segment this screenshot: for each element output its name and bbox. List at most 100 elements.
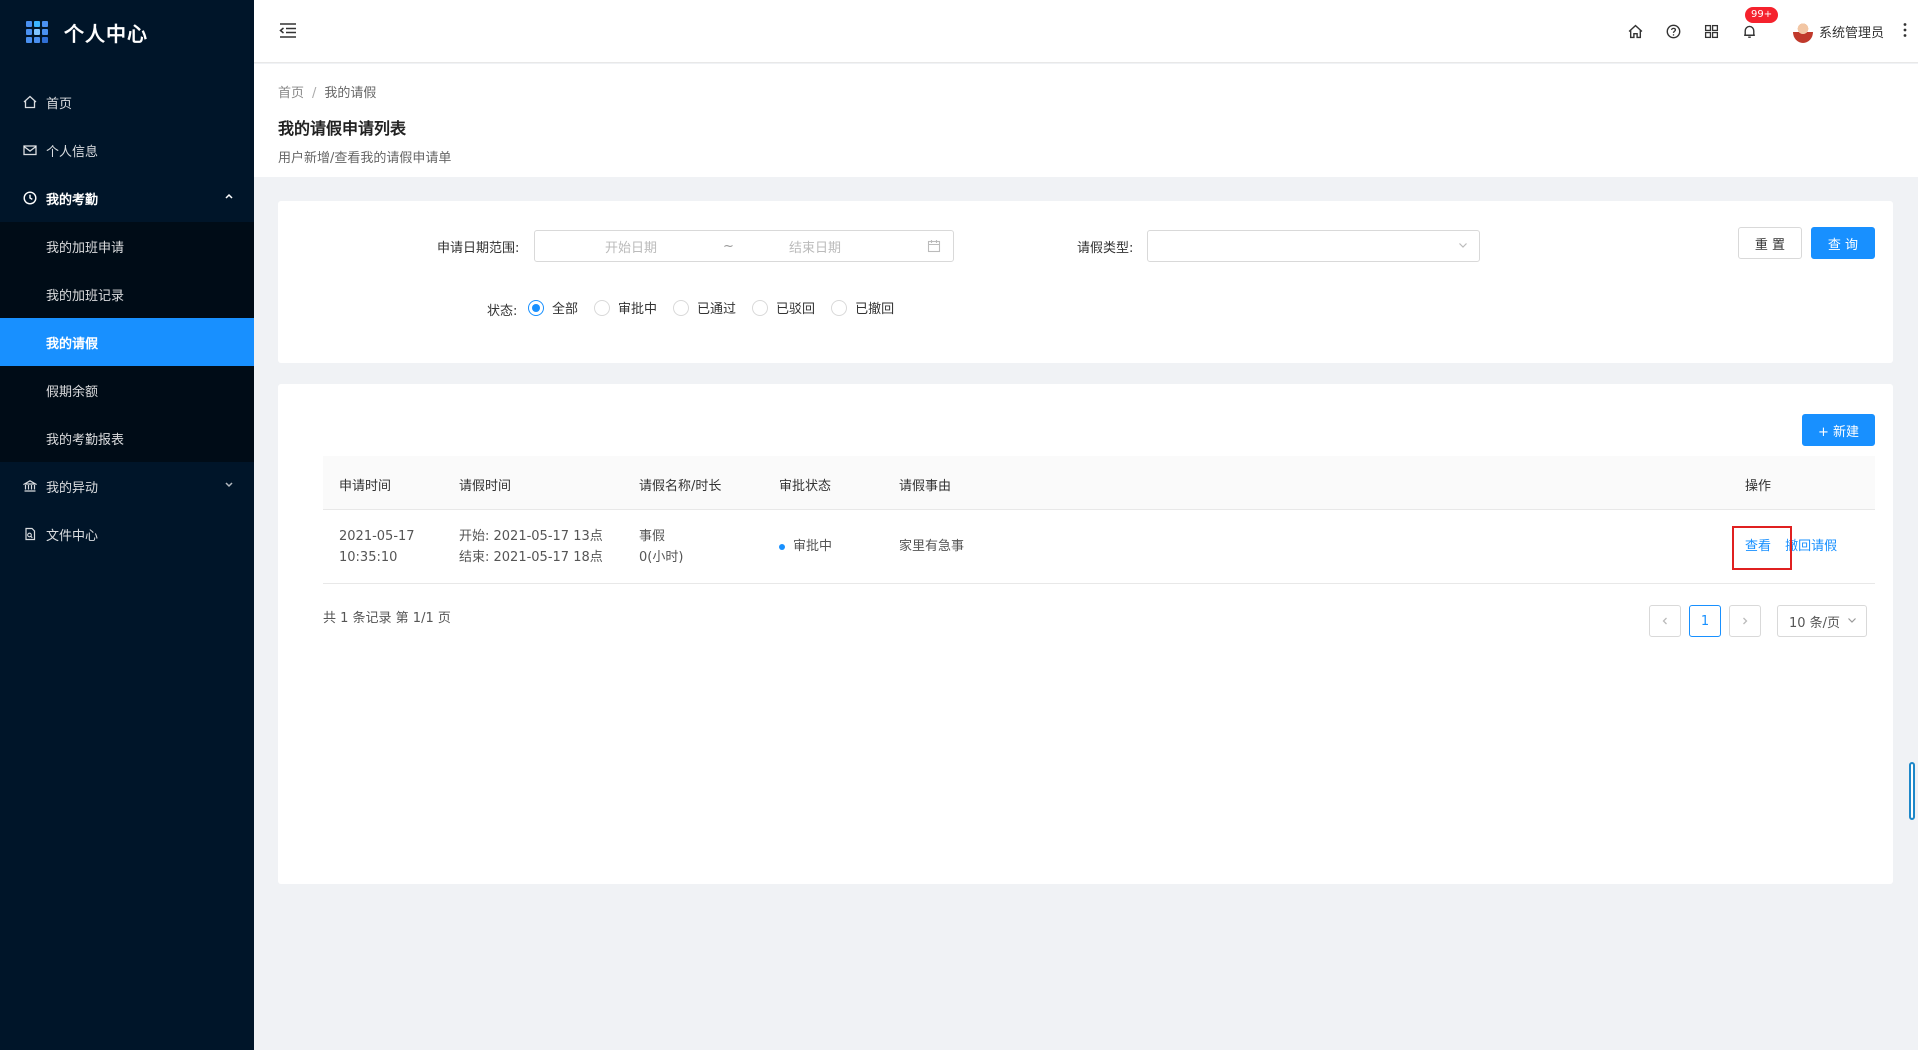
sidebar-item-overtime-record[interactable]: 我的加班记录	[0, 270, 254, 318]
menu-fold-icon[interactable]	[278, 20, 300, 42]
chevron-down-icon	[224, 480, 234, 493]
chevron-right-icon	[1743, 617, 1748, 625]
attendance-submenu: 我的加班申请 我的加班记录 我的请假 假期余额 我的考勤报表	[0, 222, 254, 462]
date-range-label: 申请日期范围:	[437, 241, 520, 256]
sidebar-item-label: 我的异动	[46, 480, 99, 496]
bell-icon[interactable]: 99+	[1739, 6, 1779, 43]
breadcrumb: 首页 / 我的请假	[278, 82, 1894, 101]
cell-status: 审批中	[779, 536, 832, 557]
apply-date: 2021-05-17	[339, 529, 415, 544]
sidebar-item-overtime-apply[interactable]: 我的加班申请	[0, 222, 254, 270]
user-menu[interactable]: 系统管理员	[1792, 20, 1884, 43]
leave-type-select[interactable]	[1147, 230, 1480, 262]
sidebar-item-home[interactable]: 首页	[0, 78, 254, 126]
status-radio-rejected[interactable]: 已驳回	[752, 298, 815, 317]
cell-reason: 家里有急事	[899, 539, 965, 554]
user-name: 系统管理员	[1818, 26, 1884, 41]
avatar	[1792, 20, 1813, 43]
sidebar-item-leave-balance[interactable]: 假期余额	[0, 366, 254, 414]
status-radio-pending[interactable]: 审批中	[594, 298, 657, 317]
sidebar-item-attendance[interactable]: 我的考勤	[0, 174, 254, 222]
app-title: 个人中心	[64, 21, 148, 46]
status-radio-approved[interactable]: 已通过	[673, 298, 736, 317]
status-radio-all[interactable]: 全部	[528, 298, 578, 317]
col-leave-name: 请假名称/时长	[639, 479, 722, 494]
page-description: 用户新增/查看我的请假申请单	[278, 151, 452, 166]
more-vertical-icon[interactable]	[1898, 22, 1912, 42]
sidebar-item-transfer[interactable]: 我的异动	[0, 462, 254, 510]
radio-label: 已通过	[697, 302, 737, 317]
table-card: + 新建 申请时间 请假时间 请假名称/时长 审批状态 请假事由 操作 2021…	[278, 384, 1893, 884]
query-button[interactable]: 查 询	[1811, 227, 1875, 259]
col-leave-time: 请假时间	[459, 479, 512, 494]
status-label: 状态:	[487, 304, 518, 319]
leave-type-label: 请假类型:	[1077, 241, 1134, 256]
top-header: 99+ 系统管理员	[254, 0, 1918, 63]
leave-end: 结束: 2021-05-17 18点	[459, 550, 603, 565]
radio-label: 审批中	[618, 302, 658, 317]
leave-start: 开始: 2021-05-17 13点	[459, 529, 603, 544]
sidebar-item-profile[interactable]: 个人信息	[0, 126, 254, 174]
radio-circle	[831, 299, 848, 316]
radio-label: 已撤回	[855, 302, 895, 317]
date-range-picker[interactable]: 开始日期 ~ 结束日期	[534, 230, 954, 262]
page-number-button[interactable]: 1	[1689, 605, 1721, 637]
page-header: 首页 / 我的请假 我的请假申请列表 用户新增/查看我的请假申请单	[254, 64, 1918, 177]
radio-circle	[594, 299, 611, 316]
sidebar-item-label: 我的考勤	[46, 192, 99, 208]
chevron-left-icon	[1662, 617, 1667, 625]
breadcrumb-home[interactable]: 首页	[278, 86, 304, 101]
home-icon[interactable]	[1625, 21, 1647, 43]
table-row: 2021-05-17 10:35:10 开始: 2021-05-17 13点 结…	[323, 510, 1875, 584]
apply-clock: 10:35:10	[339, 550, 398, 565]
chevron-down-icon	[1846, 614, 1858, 630]
page-size-value: 10 条/页	[1789, 615, 1841, 631]
page-title: 我的请假申请列表	[278, 119, 407, 138]
reset-button[interactable]: 重 置	[1738, 227, 1802, 259]
radio-circle	[673, 299, 690, 316]
logo: 个人中心	[0, 0, 254, 64]
header-actions: 99+ 系统管理员	[1625, 0, 1918, 63]
breadcrumb-current: 我的请假	[324, 86, 377, 101]
prev-page-button[interactable]	[1649, 605, 1681, 637]
status-radio-withdrawn[interactable]: 已撤回	[831, 298, 894, 317]
new-leave-button[interactable]: + 新建	[1802, 414, 1875, 446]
radio-circle	[752, 299, 769, 316]
withdraw-leave-link[interactable]: 撤回请假	[1785, 539, 1837, 554]
sidebar-item-my-leave[interactable]: 我的请假	[0, 318, 254, 366]
table-header: 申请时间 请假时间 请假名称/时长 审批状态 请假事由 操作	[323, 456, 1875, 510]
app-grid-icon	[26, 21, 48, 43]
range-separator: ~	[723, 238, 734, 254]
status-text: 审批中	[793, 539, 833, 554]
apps-icon[interactable]	[1701, 21, 1723, 43]
start-date-input[interactable]: 开始日期	[605, 237, 657, 256]
end-date-input[interactable]: 结束日期	[789, 237, 841, 256]
clock-icon	[22, 190, 38, 206]
filter-card: 申请日期范围: 开始日期 ~ 结束日期 请假类型: 重 置 查 询 状态: 全部…	[278, 201, 1893, 363]
col-apply-time: 申请时间	[339, 479, 392, 494]
mail-icon	[22, 142, 38, 158]
sidebar-item-attendance-report[interactable]: 我的考勤报表	[0, 414, 254, 462]
status-radio-group: 全部 审批中 已通过 已驳回 已撤回	[528, 298, 910, 317]
leave-name: 事假	[639, 529, 666, 544]
cell-leave-time: 开始: 2021-05-17 13点 结束: 2021-05-17 18点	[459, 526, 603, 568]
cell-apply-time: 2021-05-17 10:35:10	[339, 526, 415, 568]
next-page-button[interactable]	[1729, 605, 1761, 637]
sidebar-item-label: 文件中心	[46, 528, 99, 544]
notification-badge: 99+	[1744, 6, 1779, 23]
radio-label: 全部	[552, 302, 579, 317]
radio-label: 已驳回	[776, 302, 816, 317]
sidebar: 个人中心 首页 个人信息 我的考勤 我的加班申请 我的加班记录 我的请假 假期余…	[0, 0, 254, 1050]
breadcrumb-separator: /	[312, 86, 317, 101]
sidebar-item-label: 个人信息	[46, 144, 99, 160]
home-icon	[22, 94, 38, 110]
cell-leave-name: 事假 0(小时)	[639, 526, 683, 568]
status-dot	[779, 543, 785, 550]
leave-duration: 0(小时)	[639, 550, 684, 565]
highlight-box	[1732, 526, 1792, 570]
help-icon[interactable]	[1663, 21, 1685, 43]
sidebar-item-files[interactable]: 文件中心	[0, 510, 254, 558]
page-size-select[interactable]: 10 条/页	[1777, 605, 1867, 637]
leave-table: 申请时间 请假时间 请假名称/时长 审批状态 请假事由 操作 2021-05-1…	[323, 456, 1875, 584]
scrollbar-thumb[interactable]	[1909, 762, 1915, 820]
